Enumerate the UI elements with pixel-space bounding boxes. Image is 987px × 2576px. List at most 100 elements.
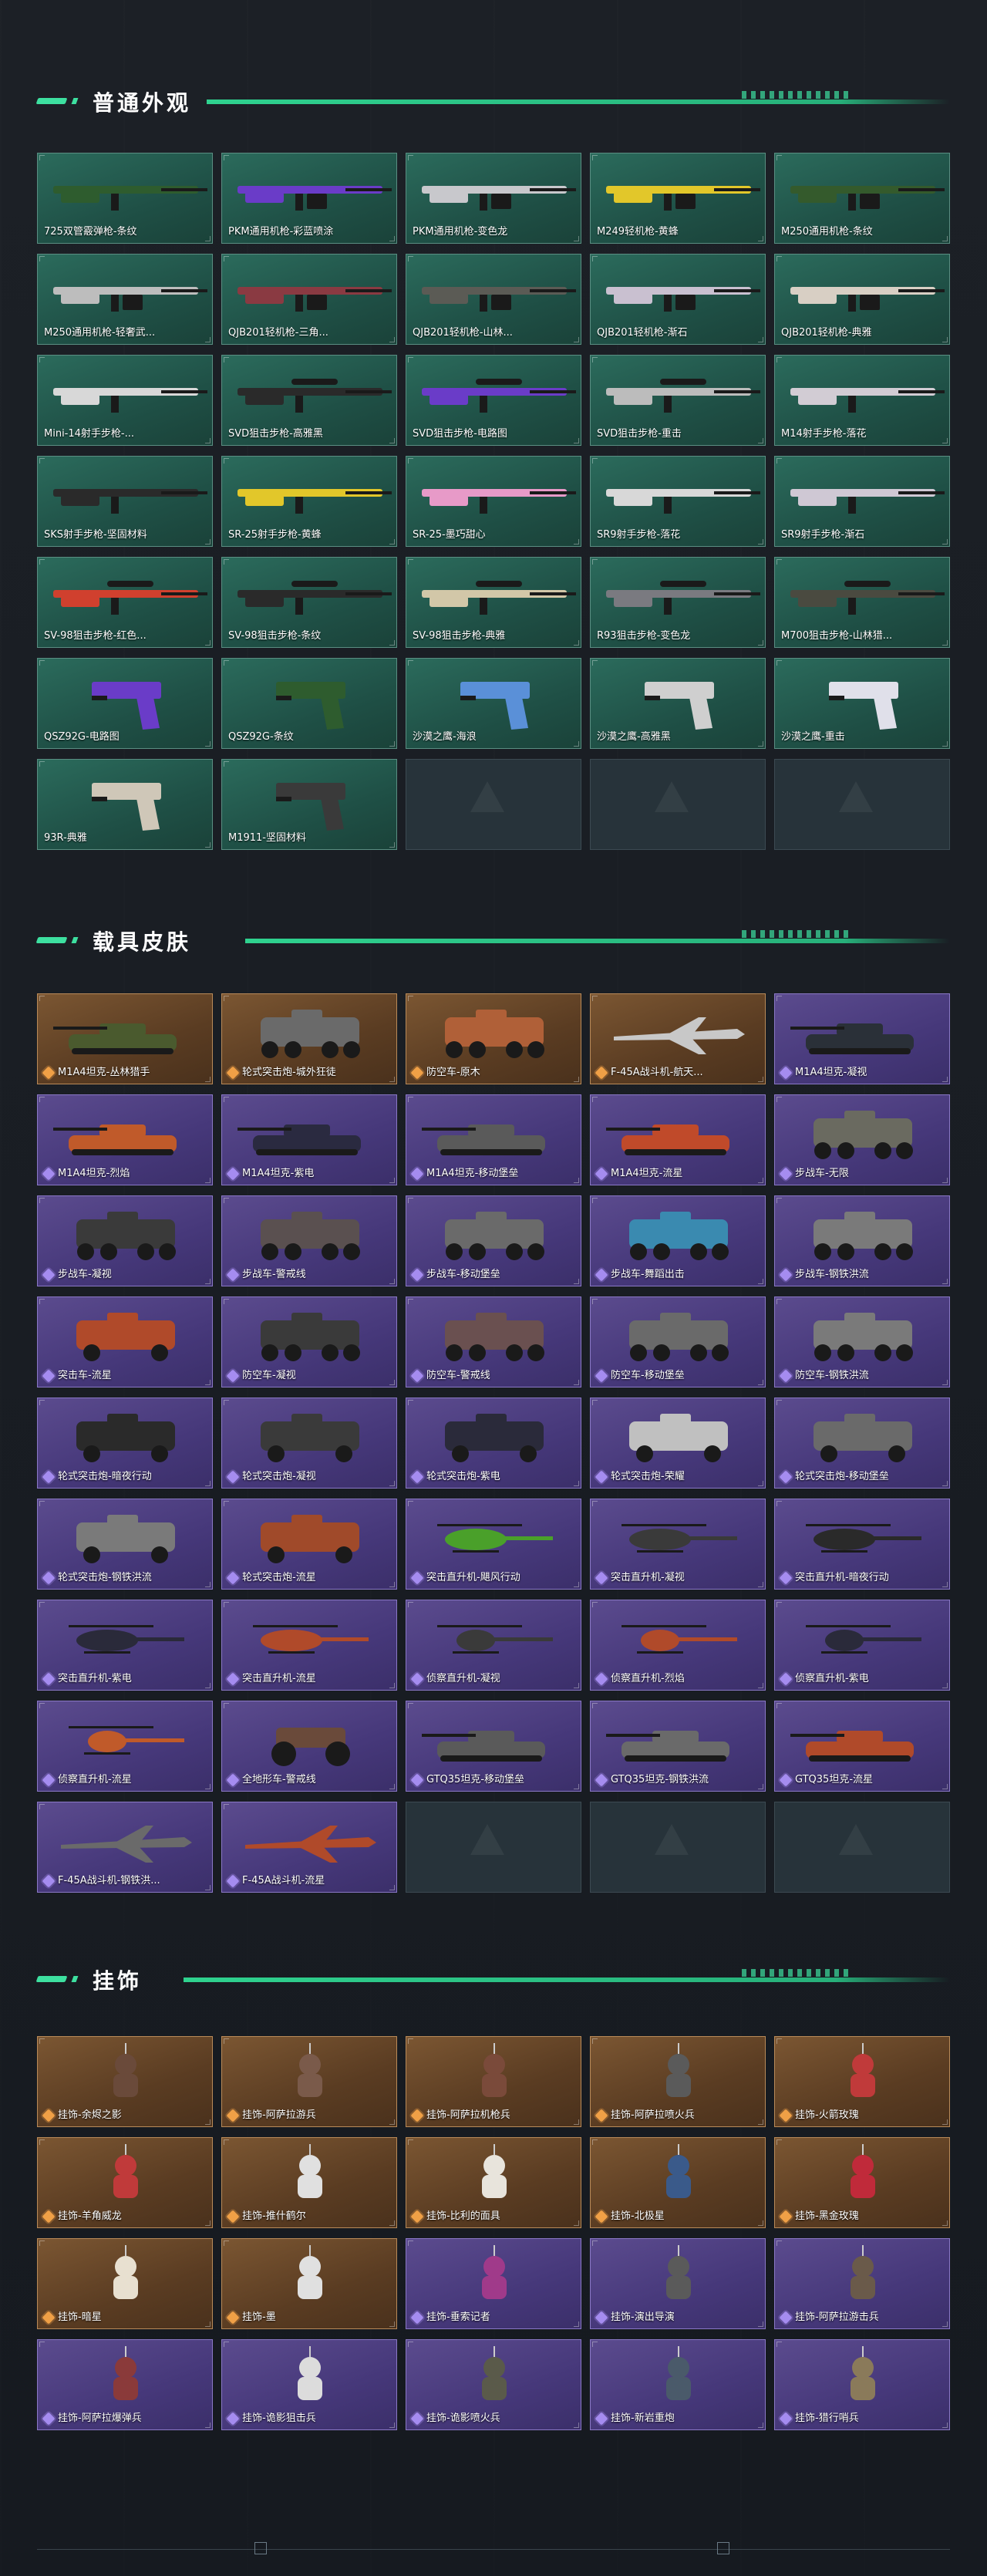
weapon-skin-card[interactable]: 725双管霰弹枪-条纹 <box>37 153 213 244</box>
charm-card[interactable]: 挂饰-推什鹤尔 <box>221 2137 397 2228</box>
header-accent-dot <box>71 1976 79 1982</box>
vehicle-skin-card[interactable]: GTQ35坦克-钢铁洪流 <box>590 1701 766 1792</box>
vehicle-skin-card[interactable]: M1A4坦克-丛林猎手 <box>37 993 213 1084</box>
charm-card[interactable]: 挂饰-阿萨拉游击兵 <box>774 2238 950 2329</box>
vehicle-skin-card[interactable]: 轮式突击炮-移动堡垒 <box>774 1398 950 1489</box>
charm-card[interactable]: 挂饰-阿萨拉机枪兵 <box>406 2036 581 2127</box>
charm-card[interactable]: 挂饰-火箭玫瑰 <box>774 2036 950 2127</box>
item-label: 725双管霰弹枪-条纹 <box>44 226 137 238</box>
vehicle-skin-card[interactable]: 防空车-凝视 <box>221 1296 397 1387</box>
weapon-skin-card[interactable]: SVD狙击步枪-电路图 <box>406 355 581 446</box>
weapon-skin-card[interactable]: M1911-坚固材料 <box>221 759 397 850</box>
weapon-skin-card[interactable]: SR-25-墨巧甜心 <box>406 456 581 547</box>
weapon-skin-card[interactable]: PKM通用机枪-彩蓝喷涂 <box>221 153 397 244</box>
vehicle-skin-card[interactable]: 突击直升机-流星 <box>221 1600 397 1691</box>
vehicle-skin-card[interactable]: 防空车-警戒线 <box>406 1296 581 1387</box>
charm-card[interactable]: 挂饰-阿萨拉喷火兵 <box>590 2036 766 2127</box>
vehicle-skin-card[interactable]: 步战车-舞蹈出击 <box>590 1195 766 1286</box>
weapon-skin-card[interactable]: SR9射手步枪-渐石 <box>774 456 950 547</box>
vehicle-skin-card[interactable]: F-45A战斗机-流星 <box>221 1802 397 1893</box>
charm-card[interactable]: 挂饰-猎行哨兵 <box>774 2339 950 2430</box>
weapon-skin-card[interactable]: QSZ92G-电路图 <box>37 658 213 749</box>
vehicle-skin-card[interactable]: M1A4坦克-烈焰 <box>37 1094 213 1185</box>
vehicle-skin-card[interactable]: 轮式突击炮-城外狂徒 <box>221 993 397 1084</box>
vehicle-skin-card[interactable]: 步战车-无限 <box>774 1094 950 1185</box>
vehicle-skin-card[interactable]: F-45A战斗机-航天... <box>590 993 766 1084</box>
vehicle-skin-card[interactable]: F-45A战斗机-钢铁洪... <box>37 1802 213 1893</box>
vehicle-skin-card[interactable]: 全地形车-警戒线 <box>221 1701 397 1792</box>
weapon-skin-card[interactable]: SR-25射手步枪-黄蜂 <box>221 456 397 547</box>
vehicle-skin-card[interactable]: 侦察直升机-流星 <box>37 1701 213 1792</box>
weapon-skin-card[interactable]: QSZ92G-条纹 <box>221 658 397 749</box>
weapon-skin-card[interactable]: QJB201轻机枪-山林... <box>406 254 581 345</box>
weapon-skin-card[interactable]: 93R-典雅 <box>37 759 213 850</box>
vehicle-skin-card[interactable]: 步战车-钢铁洪流 <box>774 1195 950 1286</box>
weapon-skin-card[interactable]: SVD狙击步枪-重击 <box>590 355 766 446</box>
vehicle-skin-card[interactable]: 侦察直升机-紫电 <box>774 1600 950 1691</box>
weapon-skin-card[interactable]: M250通用机枪-轻奢武... <box>37 254 213 345</box>
vehicle-skin-card[interactable]: 防空车-移动堡垒 <box>590 1296 766 1387</box>
vehicle-skin-card[interactable]: 轮式突击炮-紫电 <box>406 1398 581 1489</box>
vehicle-skin-card[interactable]: M1A4坦克-紫电 <box>221 1094 397 1185</box>
vehicle-skin-card[interactable]: GTQ35坦克-移动堡垒 <box>406 1701 581 1792</box>
vehicle-skin-card[interactable]: M1A4坦克-移动堡垒 <box>406 1094 581 1185</box>
weapon-skin-card[interactable]: 沙漠之鹰-高雅黑 <box>590 658 766 749</box>
charm-card[interactable]: 挂饰-诡影狙击兵 <box>221 2339 397 2430</box>
weapon-skin-card[interactable]: M14射手步枪-落花 <box>774 355 950 446</box>
item-label: PKM通用机枪-彩蓝喷涂 <box>228 226 334 238</box>
weapon-skin-card[interactable]: PKM通用机枪-变色龙 <box>406 153 581 244</box>
vehicle-skin-card[interactable]: 步战车-移动堡垒 <box>406 1195 581 1286</box>
weapon-skin-card[interactable]: QJB201轻机枪-渐石 <box>590 254 766 345</box>
vehicle-skin-card[interactable]: 步战车-凝视 <box>37 1195 213 1286</box>
charm-card[interactable]: 挂饰-诡影喷火兵 <box>406 2339 581 2430</box>
weapon-skin-card[interactable]: SV-98狙击步枪-红色... <box>37 557 213 648</box>
weapon-skin-card[interactable]: SR9射手步枪-落花 <box>590 456 766 547</box>
vehicle-skin-card[interactable]: 轮式突击炮-凝视 <box>221 1398 397 1489</box>
vehicle-skin-card[interactable]: 防空车-原木 <box>406 993 581 1084</box>
vehicle-skin-card[interactable]: 突击直升机-飓风行动 <box>406 1499 581 1590</box>
vehicle-skin-card[interactable]: 防空车-钢铁洪流 <box>774 1296 950 1387</box>
vehicle-skin-card[interactable]: 步战车-警戒线 <box>221 1195 397 1286</box>
weapon-skin-card[interactable]: SKS射手步枪-坚固材料 <box>37 456 213 547</box>
charm-card[interactable]: 挂饰-墨 <box>221 2238 397 2329</box>
weapon-skin-card[interactable]: SVD狙击步枪-高雅黑 <box>221 355 397 446</box>
vehicle-skin-card[interactable]: 突击直升机-暗夜行动 <box>774 1499 950 1590</box>
weapon-skin-card[interactable]: SV-98狙击步枪-典雅 <box>406 557 581 648</box>
vehicle-skin-card[interactable]: M1A4坦克-凝视 <box>774 993 950 1084</box>
weapon-skin-card[interactable]: M249轻机枪-黄蜂 <box>590 153 766 244</box>
vehicle-skin-card[interactable]: 轮式突击炮-荣耀 <box>590 1398 766 1489</box>
vehicle-skin-card[interactable]: 侦察直升机-凝视 <box>406 1600 581 1691</box>
vehicle-skin-card[interactable]: 突击车-流星 <box>37 1296 213 1387</box>
weapon-skin-card[interactable]: QJB201轻机枪-三角... <box>221 254 397 345</box>
weapon-skin-card[interactable]: Mini-14射手步枪-... <box>37 355 213 446</box>
vehicle-skin-card[interactable]: M1A4坦克-流星 <box>590 1094 766 1185</box>
vehicle-skin-card[interactable]: 侦察直升机-烈焰 <box>590 1600 766 1691</box>
vehicle-skin-card[interactable]: 突击直升机-凝视 <box>590 1499 766 1590</box>
card-corner <box>224 357 229 362</box>
vehicle-skin-card[interactable]: 轮式突击炮-暗夜行动 <box>37 1398 213 1489</box>
charm-card[interactable]: 挂饰-暗星 <box>37 2238 213 2329</box>
weapon-skin-card[interactable]: M250通用机枪-条纹 <box>774 153 950 244</box>
vehicle-skin-card[interactable]: 轮式突击炮-流星 <box>221 1499 397 1590</box>
item-label: QSZ92G-电路图 <box>44 731 120 743</box>
charm-card[interactable]: 挂饰-比利的面具 <box>406 2137 581 2228</box>
weapon-skin-card[interactable]: 沙漠之鹰-海浪 <box>406 658 581 749</box>
weapon-skin-card[interactable]: 沙漠之鹰-重击 <box>774 658 950 749</box>
charm-card[interactable]: 挂饰-羊角威龙 <box>37 2137 213 2228</box>
charm-card[interactable]: 挂饰-余烬之影 <box>37 2036 213 2127</box>
vehicle-skin-card[interactable]: 轮式突击炮-钢铁洪流 <box>37 1499 213 1590</box>
vehicle-skin-card[interactable]: GTQ35坦克-流星 <box>774 1701 950 1792</box>
item-label: M1A4坦克-丛林猎手 <box>58 1067 150 1078</box>
charm-card[interactable]: 挂饰-阿萨拉游兵 <box>221 2036 397 2127</box>
vehicle-skin-card[interactable]: 突击直升机-紫电 <box>37 1600 213 1691</box>
charm-card[interactable]: 挂饰-垂索记者 <box>406 2238 581 2329</box>
charm-card[interactable]: 挂饰-阿萨拉爆弹兵 <box>37 2339 213 2430</box>
charm-card[interactable]: 挂饰-黑金玫瑰 <box>774 2137 950 2228</box>
weapon-skin-card[interactable]: R93狙击步枪-变色龙 <box>590 557 766 648</box>
weapon-skin-card[interactable]: M700狙击步枪-山林猎... <box>774 557 950 648</box>
charm-card[interactable]: 挂饰-演出导演 <box>590 2238 766 2329</box>
weapon-skin-card[interactable]: SV-98狙击步枪-条纹 <box>221 557 397 648</box>
charm-card[interactable]: 挂饰-新岩重炮 <box>590 2339 766 2430</box>
weapon-skin-card[interactable]: QJB201轻机枪-典雅 <box>774 254 950 345</box>
charm-card[interactable]: 挂饰-北极星 <box>590 2137 766 2228</box>
